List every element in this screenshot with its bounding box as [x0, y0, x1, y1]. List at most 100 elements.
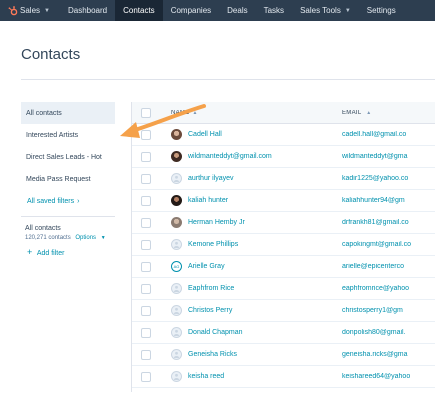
table-row[interactable]: Christos Perry christosperry1@gm	[132, 300, 435, 322]
row-checkbox[interactable]	[141, 173, 151, 184]
contact-name-link[interactable]: Eaphfrom Rice	[188, 285, 234, 292]
plus-icon: +	[27, 247, 33, 257]
nav-brand-label: Sales	[20, 6, 41, 15]
contact-name-cell: Geneisha Ricks	[151, 349, 342, 360]
default-avatar-icon	[171, 173, 182, 184]
all-saved-filters-label: All saved filters	[27, 197, 75, 205]
default-avatar-icon	[171, 305, 182, 316]
nav-item-sales-tools-label: Sales Tools	[300, 6, 341, 15]
contact-name-cell: aurthur ilyayev	[151, 173, 342, 184]
avatar	[171, 217, 182, 228]
contact-email-link[interactable]: donpolish80@gmail.	[342, 329, 435, 336]
contact-email-link[interactable]: kadir1225@yahoo.co	[342, 175, 435, 182]
contact-email-link[interactable]: drfrankh81@gmail.co	[342, 219, 435, 226]
contact-name-cell: kaliah hunter	[151, 195, 342, 206]
row-checkbox[interactable]	[141, 195, 151, 206]
table-row[interactable]: Geneisha Ricks geneisha.ricks@gma	[132, 344, 435, 366]
contact-name-link[interactable]: aurthur ilyayev	[188, 175, 234, 182]
column-header-email[interactable]: EMAIL ▲	[342, 110, 435, 116]
default-avatar-icon	[171, 371, 182, 382]
table-row[interactable]: Donald Chapman donpolish80@gmail.	[132, 322, 435, 344]
contact-name-cell: keisha reed	[151, 371, 342, 382]
contact-email-link[interactable]: capokingmt@gmail.co	[342, 241, 435, 248]
row-checkbox[interactable]	[141, 371, 151, 382]
contact-name-link[interactable]: wildmanteddyt@gmail.com	[188, 153, 272, 160]
contact-name-cell: Christos Perry	[151, 305, 342, 316]
contact-email-link[interactable]: arielle@epicenterco	[342, 263, 435, 270]
filter-section-title: All contacts	[25, 225, 61, 232]
table-row[interactable]: keisha reed keishareed64@yahoo	[132, 366, 435, 388]
nav-item-sales-tools[interactable]: Sales Tools ▼	[292, 0, 359, 21]
table-body: Cadell Hall cadell.hall@gmail.co wildmante…	[132, 124, 435, 388]
sidebar-item-direct-sales-leads[interactable]: Direct Sales Leads - Hot	[21, 146, 115, 168]
nav-item-tasks[interactable]: Tasks	[256, 0, 292, 21]
contact-count-row: 120,271 contacts Options ▼	[21, 235, 115, 241]
row-checkbox[interactable]	[141, 217, 151, 228]
contact-name-link[interactable]: Christos Perry	[188, 307, 232, 314]
default-avatar-icon	[171, 327, 182, 338]
nav-item-settings[interactable]: Settings	[359, 0, 404, 21]
contact-email-link[interactable]: christosperry1@gm	[342, 307, 435, 314]
add-filter-button[interactable]: + Add filter	[21, 247, 115, 257]
contact-name-link[interactable]: Herman Hemby Jr	[188, 219, 245, 226]
contact-count: 120,271 contacts	[25, 235, 71, 241]
sort-icon: ▲	[366, 109, 372, 116]
contact-email-link[interactable]: kaliahhunter94@gm	[342, 197, 435, 204]
contact-name-link[interactable]: keisha reed	[188, 373, 224, 380]
sidebar-item-interested-artists[interactable]: Interested Artists	[21, 124, 115, 146]
table-row[interactable]: wildmanteddyt@gmail.com wildmanteddyt@gma	[132, 146, 435, 168]
contact-name-cell: Kemone Phillips	[151, 239, 342, 250]
page-title: Contacts	[21, 46, 81, 63]
nav-item-contacts[interactable]: Contacts	[115, 0, 163, 21]
avatar	[171, 151, 182, 162]
contact-email-link[interactable]: geneisha.ricks@gma	[342, 351, 435, 358]
nav-item-companies[interactable]: Companies	[163, 0, 219, 21]
contact-name-link[interactable]: Arielle Gray	[188, 263, 225, 270]
row-checkbox[interactable]	[141, 327, 151, 338]
row-checkbox[interactable]	[141, 349, 151, 360]
table-row[interactable]: kaliah hunter kaliahhunter94@gm	[132, 190, 435, 212]
contact-name-link[interactable]: Kemone Phillips	[188, 241, 238, 248]
sidebar-divider	[21, 216, 115, 217]
chevron-down-icon: ▼	[100, 235, 106, 241]
contact-email-link[interactable]: keishareed64@yahoo	[342, 373, 435, 380]
contact-name-cell: wildmanteddyt@gmail.com	[151, 151, 342, 162]
all-saved-filters-link[interactable]: All saved filters ›	[21, 194, 115, 208]
chevron-right-icon: ›	[77, 197, 80, 205]
default-avatar-icon	[171, 239, 182, 250]
table-row[interactable]: Kemone Phillips capokingmt@gmail.co	[132, 234, 435, 256]
contact-name-link[interactable]: kaliah hunter	[188, 197, 228, 204]
options-dropdown[interactable]: Options	[75, 235, 96, 241]
table-row[interactable]: Eaphfrom Rice eaphfromrice@yahoo	[132, 278, 435, 300]
chevron-down-icon: ▼	[44, 7, 50, 14]
row-checkbox[interactable]	[141, 261, 151, 272]
top-navigation: Sales ▼ Dashboard Contacts Companies Dea…	[0, 0, 435, 21]
contact-name-link[interactable]: Donald Chapman	[188, 329, 242, 336]
nav-brand-sales[interactable]: Sales ▼	[20, 0, 60, 21]
table-row[interactable]: Herman Hemby Jr drfrankh81@gmail.co	[132, 212, 435, 234]
column-header-email-label: EMAIL	[342, 109, 362, 116]
add-filter-label: Add filter	[36, 250, 65, 257]
nav-item-deals[interactable]: Deals	[219, 0, 255, 21]
table-row[interactable]: AG Arielle Gray arielle@epicenterco	[132, 256, 435, 278]
hubspot-logo-icon[interactable]	[6, 0, 20, 21]
default-avatar-icon	[171, 283, 182, 294]
avatar	[171, 195, 182, 206]
contact-name-cell: AG Arielle Gray	[151, 261, 342, 272]
contact-email-link[interactable]: wildmanteddyt@gma	[342, 153, 435, 160]
contact-email-link[interactable]: cadell.hall@gmail.co	[342, 131, 435, 138]
sidebar-item-all-contacts[interactable]: All contacts	[21, 102, 115, 124]
table-row[interactable]: aurthur ilyayev kadir1225@yahoo.co	[132, 168, 435, 190]
title-divider	[21, 79, 435, 80]
contact-email-link[interactable]: eaphfromrice@yahoo	[342, 285, 435, 292]
row-checkbox[interactable]	[141, 283, 151, 294]
row-checkbox[interactable]	[141, 305, 151, 316]
nav-item-dashboard[interactable]: Dashboard	[60, 0, 115, 21]
chevron-down-icon: ▼	[344, 7, 351, 14]
contact-name-link[interactable]: Geneisha Ricks	[188, 351, 237, 358]
sidebar-item-media-pass-request[interactable]: Media Pass Request	[21, 168, 115, 190]
row-checkbox[interactable]	[141, 151, 151, 162]
views-sidebar: All contacts Interested Artists Direct S…	[21, 102, 115, 257]
contact-name-cell: Herman Hemby Jr	[151, 217, 342, 228]
row-checkbox[interactable]	[141, 239, 151, 250]
